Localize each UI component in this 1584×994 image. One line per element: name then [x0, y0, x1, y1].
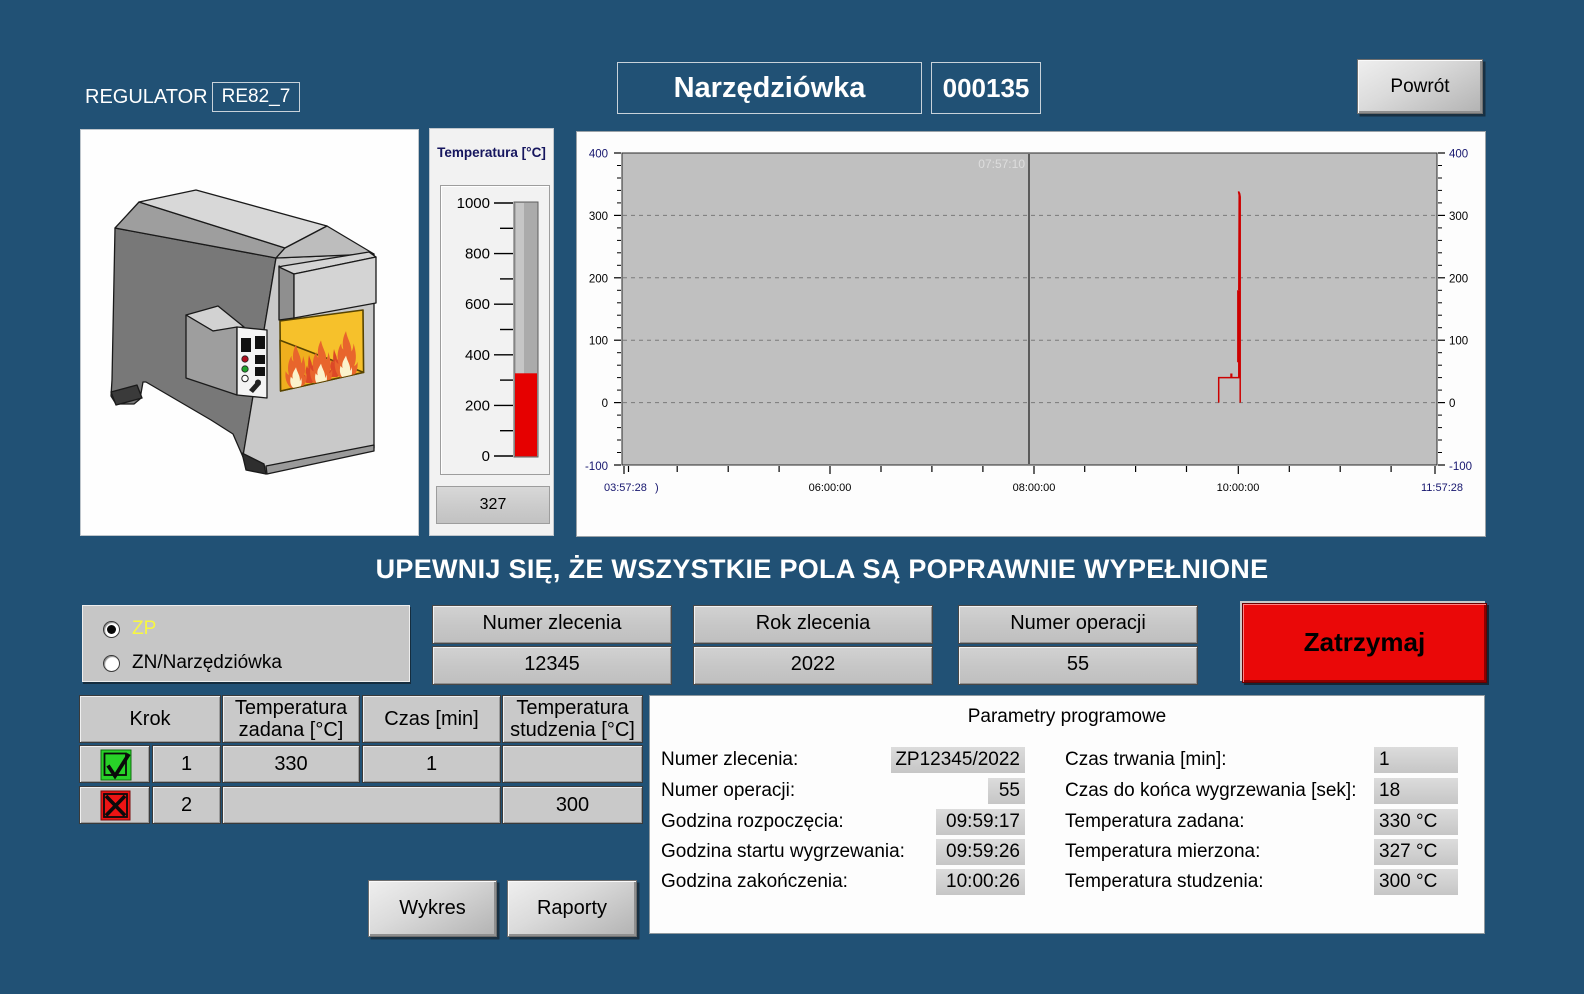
- svg-text:-100: -100: [585, 461, 608, 473]
- svg-text:08:00:00: 08:00:00: [1013, 482, 1056, 494]
- svg-text:0: 0: [482, 448, 490, 465]
- svg-text:1000: 1000: [457, 195, 490, 212]
- svg-text:300: 300: [589, 211, 608, 223]
- svg-text:200: 200: [465, 397, 490, 414]
- svg-text:400: 400: [1449, 149, 1468, 161]
- svg-text:400: 400: [465, 347, 490, 364]
- svg-text:200: 200: [1449, 273, 1468, 285]
- svg-text:300: 300: [1449, 211, 1468, 223]
- svg-text:): ): [655, 482, 659, 494]
- svg-text:400: 400: [589, 149, 608, 161]
- svg-text:800: 800: [465, 246, 490, 263]
- svg-text:0: 0: [602, 398, 608, 410]
- svg-text:06:00:00: 06:00:00: [809, 482, 852, 494]
- svg-text:-100: -100: [1449, 461, 1472, 473]
- svg-text:100: 100: [1449, 336, 1468, 348]
- svg-text:0: 0: [1449, 398, 1455, 410]
- svg-text:03:57:28: 03:57:28: [604, 482, 647, 494]
- svg-text:07:57:10: 07:57:10: [978, 157, 1025, 171]
- svg-text:600: 600: [465, 296, 490, 313]
- svg-text:11:57:28: 11:57:28: [1421, 482, 1463, 494]
- svg-text:10:00:00: 10:00:00: [1217, 482, 1260, 494]
- svg-text:100: 100: [589, 336, 608, 348]
- svg-text:200: 200: [589, 273, 608, 285]
